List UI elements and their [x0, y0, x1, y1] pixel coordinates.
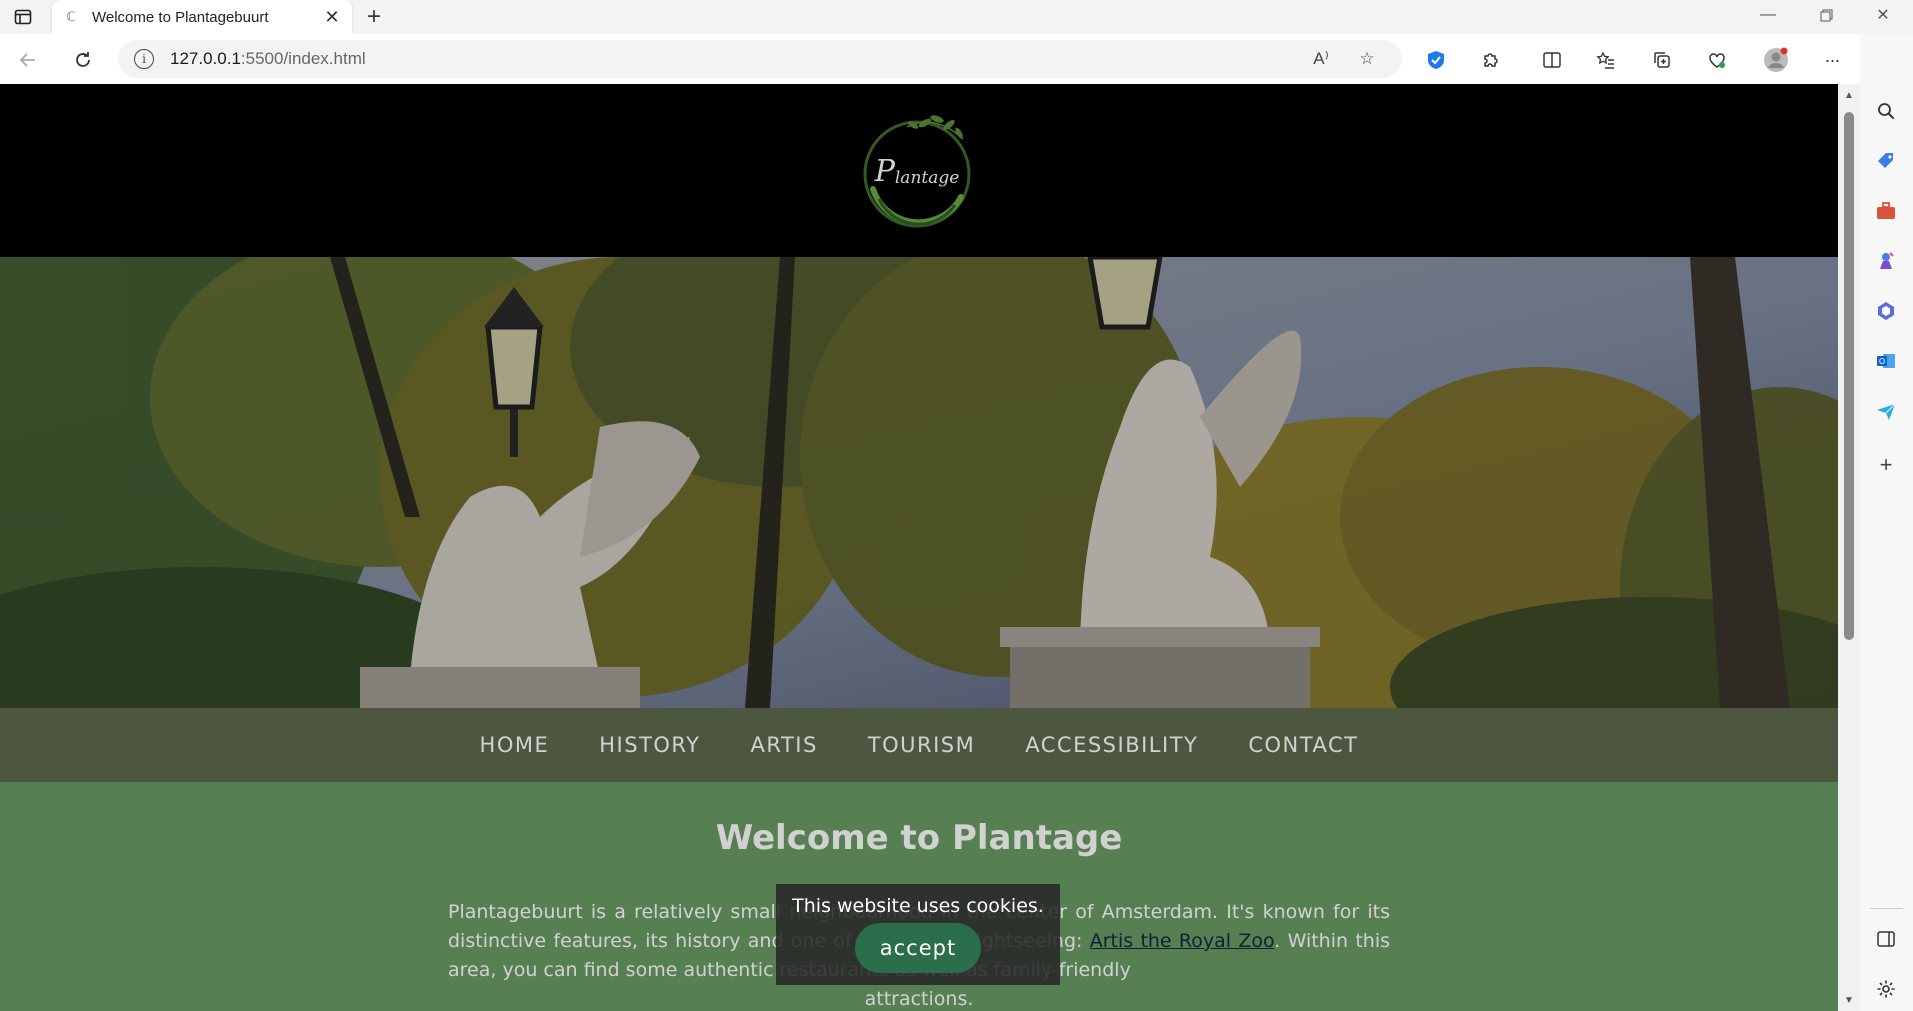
search-icon[interactable] — [1873, 98, 1899, 124]
restore-window-button[interactable] — [1803, 0, 1849, 30]
more-menu-button[interactable]: ··· — [1816, 44, 1848, 76]
intro-text-last: attractions. — [864, 988, 974, 1010]
back-button[interactable] — [12, 44, 44, 76]
back-arrow-icon — [19, 53, 35, 67]
tab-title: Welcome to Plantagebuurt — [92, 8, 269, 26]
browser-essentials-icon[interactable] — [1701, 44, 1733, 76]
page-scrollbar[interactable]: ▲ ▼ — [1838, 84, 1860, 1011]
outlook-icon[interactable]: O — [1873, 348, 1899, 374]
tools-briefcase-icon[interactable] — [1873, 198, 1899, 224]
favorites-icon[interactable] — [1590, 44, 1622, 76]
new-tab-button[interactable]: + — [360, 3, 388, 31]
nav-tourism[interactable]: TOURISM — [868, 733, 975, 757]
accept-cookies-button[interactable]: accept — [855, 923, 981, 973]
nav-history[interactable]: HISTORY — [599, 733, 700, 757]
site-info-icon[interactable]: i — [134, 49, 154, 69]
tab-actions-menu-button[interactable] — [6, 3, 40, 31]
address-url: 127.0.0.1:5500/index.html — [170, 49, 366, 68]
close-tab-icon[interactable]: ✕ — [322, 7, 342, 27]
nav-accessibility[interactable]: ACCESSIBILITY — [1025, 733, 1198, 757]
scroll-down-arrow-icon[interactable]: ▼ — [1843, 995, 1855, 1007]
site-header: Plantage — [0, 84, 1838, 257]
favorite-star-icon[interactable]: ☆ — [1351, 43, 1383, 75]
read-aloud-icon[interactable]: A⁾ — [1305, 43, 1337, 75]
browser-tab-bar: ℂ Welcome to Plantagebuurt ✕ + — ✕ — [0, 0, 1913, 34]
nav-artis[interactable]: ARTIS — [751, 733, 818, 757]
page-viewport: Plantage HOME HISTORY ARTIS TOURISM ACCE… — [0, 84, 1838, 1011]
scroll-up-arrow-icon[interactable]: ▲ — [1843, 90, 1855, 102]
artis-zoo-link[interactable]: Artis the Royal Zoo — [1090, 930, 1275, 952]
scrollbar-thumb[interactable] — [1844, 112, 1854, 640]
add-sidebar-app-icon[interactable]: + — [1873, 452, 1899, 478]
split-screen-icon[interactable] — [1536, 44, 1568, 76]
browser-toolbar: i 127.0.0.1:5500/index.html A⁾ ☆ ··· — [0, 34, 1913, 84]
main-navigation: HOME HISTORY ARTIS TOURISM ACCESSIBILITY… — [0, 708, 1838, 782]
plantage-logo[interactable]: Plantage — [855, 109, 980, 234]
restore-icon — [1820, 9, 1832, 21]
svg-text:O: O — [1879, 357, 1885, 366]
tab-favicon-icon: ℂ — [66, 9, 76, 24]
minimize-window-button[interactable]: — — [1745, 0, 1791, 30]
nav-home[interactable]: HOME — [480, 733, 550, 757]
edge-sidebar: O + — [1860, 34, 1913, 1011]
browser-tab[interactable]: ℂ Welcome to Plantagebuurt ✕ — [52, 0, 352, 34]
cookie-message: This website uses cookies. — [792, 895, 1044, 917]
refresh-icon — [76, 52, 90, 67]
close-window-button[interactable]: ✕ — [1860, 0, 1906, 30]
drop-send-icon[interactable] — [1873, 398, 1899, 424]
address-bar[interactable]: i 127.0.0.1:5500/index.html A⁾ ☆ — [118, 40, 1402, 78]
games-icon[interactable] — [1873, 248, 1899, 274]
hide-sidebar-icon[interactable] — [1873, 926, 1899, 952]
cookie-banner: This website uses cookies. accept — [776, 884, 1060, 985]
nav-contact[interactable]: CONTACT — [1248, 733, 1358, 757]
svg-text:Plantage: Plantage — [874, 154, 960, 189]
tab-actions-icon — [14, 9, 32, 25]
collections-icon[interactable] — [1646, 44, 1678, 76]
page-title: Welcome to Plantage — [715, 818, 1123, 858]
sidebar-divider — [1870, 908, 1903, 909]
extension-shield-icon[interactable] — [1420, 44, 1452, 76]
hero-image-sphinx-gates — [0, 257, 1838, 708]
profile-avatar[interactable] — [1760, 44, 1792, 76]
extensions-puzzle-icon[interactable] — [1475, 44, 1507, 76]
shopping-tag-icon[interactable] — [1873, 148, 1899, 174]
refresh-button[interactable] — [67, 44, 99, 76]
microsoft-365-icon[interactable] — [1873, 298, 1899, 324]
settings-gear-icon[interactable] — [1873, 976, 1899, 1002]
